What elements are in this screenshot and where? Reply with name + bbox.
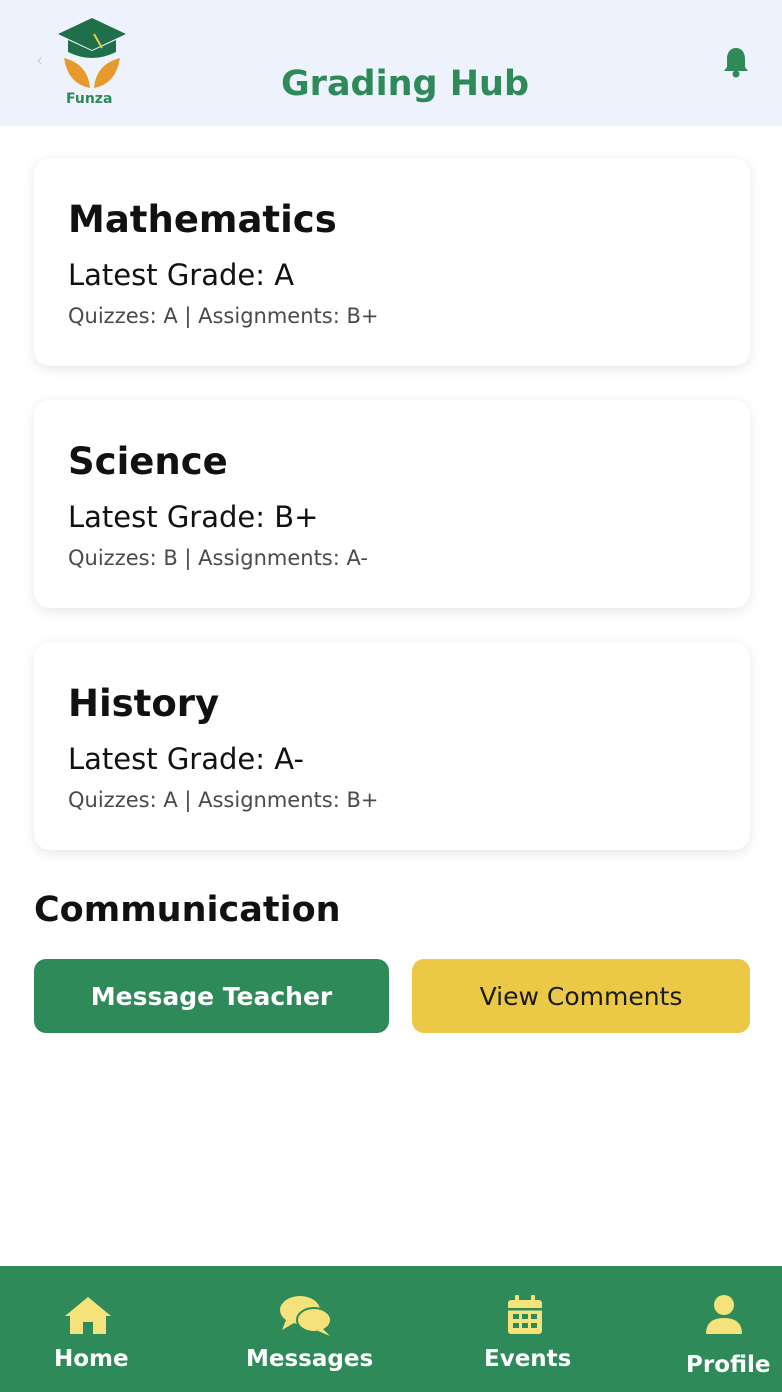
notification-bell-icon[interactable]: [722, 46, 750, 78]
grade-details: Quizzes: A | Assignments: B+: [68, 304, 379, 328]
calendar-icon: [508, 1295, 542, 1334]
grade-details: Quizzes: A | Assignments: B+: [68, 788, 379, 812]
home-icon: [65, 1297, 111, 1334]
subject-name: History: [68, 682, 220, 725]
view-comments-button[interactable]: View Comments: [412, 959, 750, 1033]
grade-details: Quizzes: B | Assignments: A-: [68, 546, 368, 570]
app-header: ‹ Funza Grading Hub: [0, 0, 782, 126]
latest-grade: Latest Grade: B+: [68, 500, 319, 534]
nav-item-messages[interactable]: Messages: [240, 1266, 374, 1392]
grade-card-history[interactable]: History Latest Grade: A- Quizzes: A | As…: [34, 642, 750, 850]
latest-grade: Latest Grade: A: [68, 258, 295, 292]
nav-item-home[interactable]: Home: [40, 1266, 150, 1392]
page-title: Grading Hub: [280, 64, 530, 104]
bottom-navigation: Home Messages Events Profile: [0, 1266, 782, 1392]
subject-name: Science: [68, 440, 228, 483]
nav-label-events: Events: [484, 1346, 572, 1372]
communication-heading: Communication: [34, 890, 341, 930]
user-icon: [706, 1295, 742, 1334]
subject-name: Mathematics: [68, 198, 337, 241]
grade-card-mathematics[interactable]: Mathematics Latest Grade: A Quizzes: A |…: [34, 158, 750, 366]
nav-label-profile: Profile: [686, 1352, 771, 1378]
nav-label-home: Home: [54, 1346, 129, 1372]
latest-grade: Latest Grade: A-: [68, 742, 304, 776]
message-teacher-button[interactable]: Message Teacher: [34, 959, 389, 1033]
grade-card-science[interactable]: Science Latest Grade: B+ Quizzes: B | As…: [34, 400, 750, 608]
nav-item-profile[interactable]: Profile: [680, 1266, 778, 1392]
nav-label-messages: Messages: [246, 1346, 374, 1372]
nav-item-events[interactable]: Events: [476, 1266, 576, 1392]
messages-icon: [280, 1296, 332, 1336]
